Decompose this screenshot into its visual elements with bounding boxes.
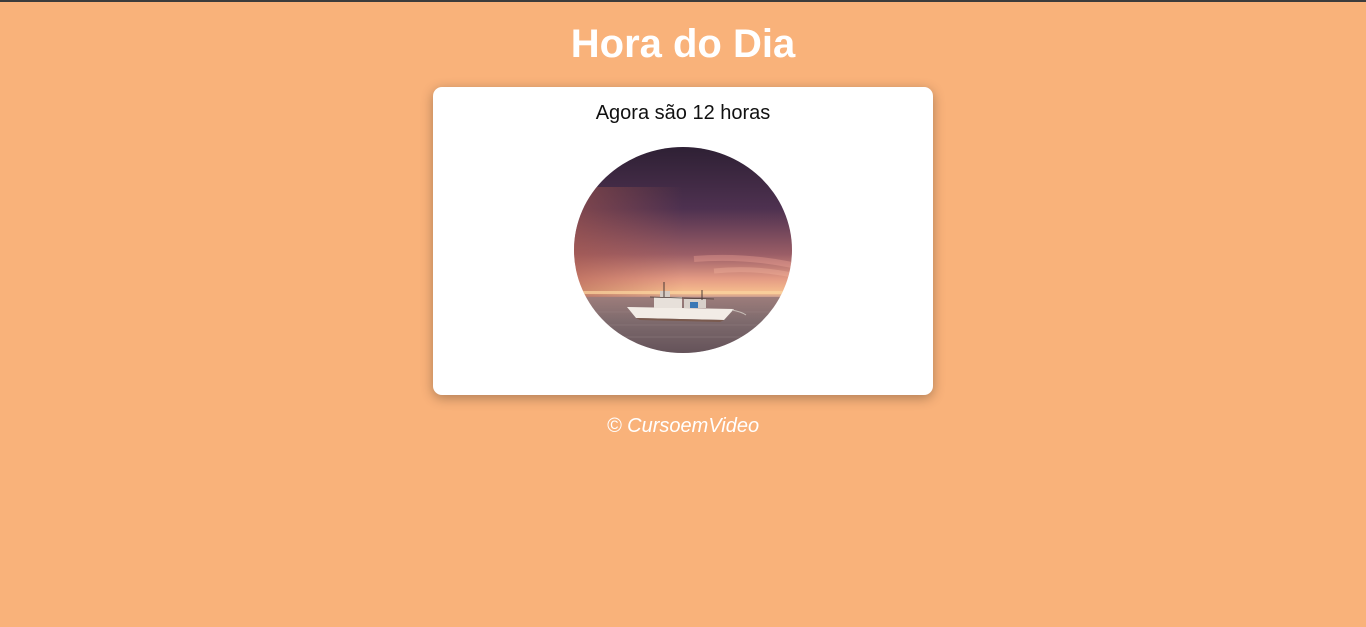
footer-copyright: © CursoemVideo	[606, 415, 760, 437]
time-card: Agora são 12 horas	[433, 87, 933, 395]
sunset-boat-photo	[574, 147, 792, 353]
page-title: Hora do Dia	[570, 22, 796, 66]
browser-top-border	[0, 0, 1366, 2]
time-message: Agora são 12 horas	[595, 102, 771, 124]
